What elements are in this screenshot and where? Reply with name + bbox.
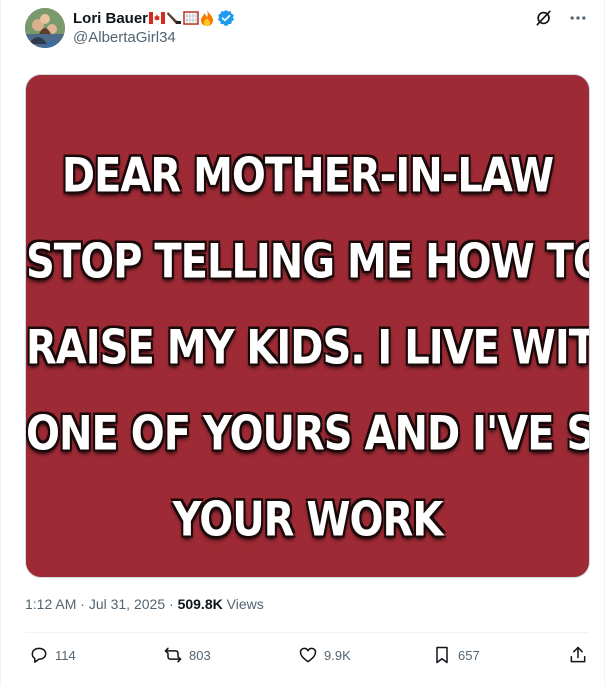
- fire-icon: [200, 10, 214, 26]
- more-options-icon[interactable]: [568, 8, 588, 28]
- views-count: 509.8K: [177, 596, 223, 612]
- top-actions: [534, 8, 588, 28]
- views-label: Views: [226, 596, 264, 612]
- tweet-image[interactable]: DEAR MOTHER-IN-LAW STOP TELLING ME HOW T…: [25, 74, 590, 578]
- reply-button[interactable]: 114: [29, 645, 76, 665]
- hockey-net-icon: [183, 11, 199, 25]
- meme-text: DEAR MOTHER-IN-LAW STOP TELLING ME HOW T…: [26, 133, 589, 563]
- bookmark-count: 657: [458, 647, 480, 663]
- user-names: Lori Bauer @AlbertaGirl34: [73, 8, 235, 46]
- repost-icon: [164, 647, 182, 663]
- bookmark-button[interactable]: 657: [432, 645, 480, 665]
- meta-separator: ·: [80, 596, 89, 612]
- display-name[interactable]: Lori Bauer: [73, 10, 148, 27]
- tweet: Lori Bauer @AlbertaGirl34 DEAR MOTHER-IN…: [0, 0, 605, 686]
- verified-badge-icon: [217, 9, 235, 27]
- avatar[interactable]: [25, 8, 65, 48]
- bookmark-icon: [436, 646, 448, 664]
- divider: [25, 632, 588, 633]
- user-handle[interactable]: @AlbertaGirl34: [73, 29, 235, 46]
- display-name-row: Lori Bauer: [73, 8, 235, 28]
- tweet-header: Lori Bauer @AlbertaGirl34: [25, 8, 588, 52]
- meme-line: YOUR WORK: [172, 492, 444, 548]
- tweet-time[interactable]: 1:12 AM: [25, 596, 76, 612]
- share-button[interactable]: [568, 645, 588, 665]
- tweet-meta: 1:12 AM · Jul 31, 2025 · 509.8K Views: [25, 596, 264, 612]
- canadian-flag-icon: [149, 12, 166, 24]
- action-bar: 114 803 9.9K 657: [25, 645, 588, 673]
- reply-count: 114: [55, 647, 76, 663]
- like-button[interactable]: 9.9K: [298, 645, 351, 665]
- repost-button[interactable]: 803: [163, 645, 211, 665]
- grok-icon[interactable]: [534, 8, 554, 28]
- repost-count: 803: [189, 647, 211, 663]
- heart-icon: [299, 647, 317, 663]
- reply-icon: [31, 647, 47, 663]
- share-icon: [570, 646, 586, 663]
- meta-separator: ·: [169, 596, 178, 612]
- like-count: 9.9K: [324, 647, 351, 663]
- tweet-date[interactable]: Jul 31, 2025: [89, 596, 165, 612]
- hockey-stick-icon: [166, 11, 182, 25]
